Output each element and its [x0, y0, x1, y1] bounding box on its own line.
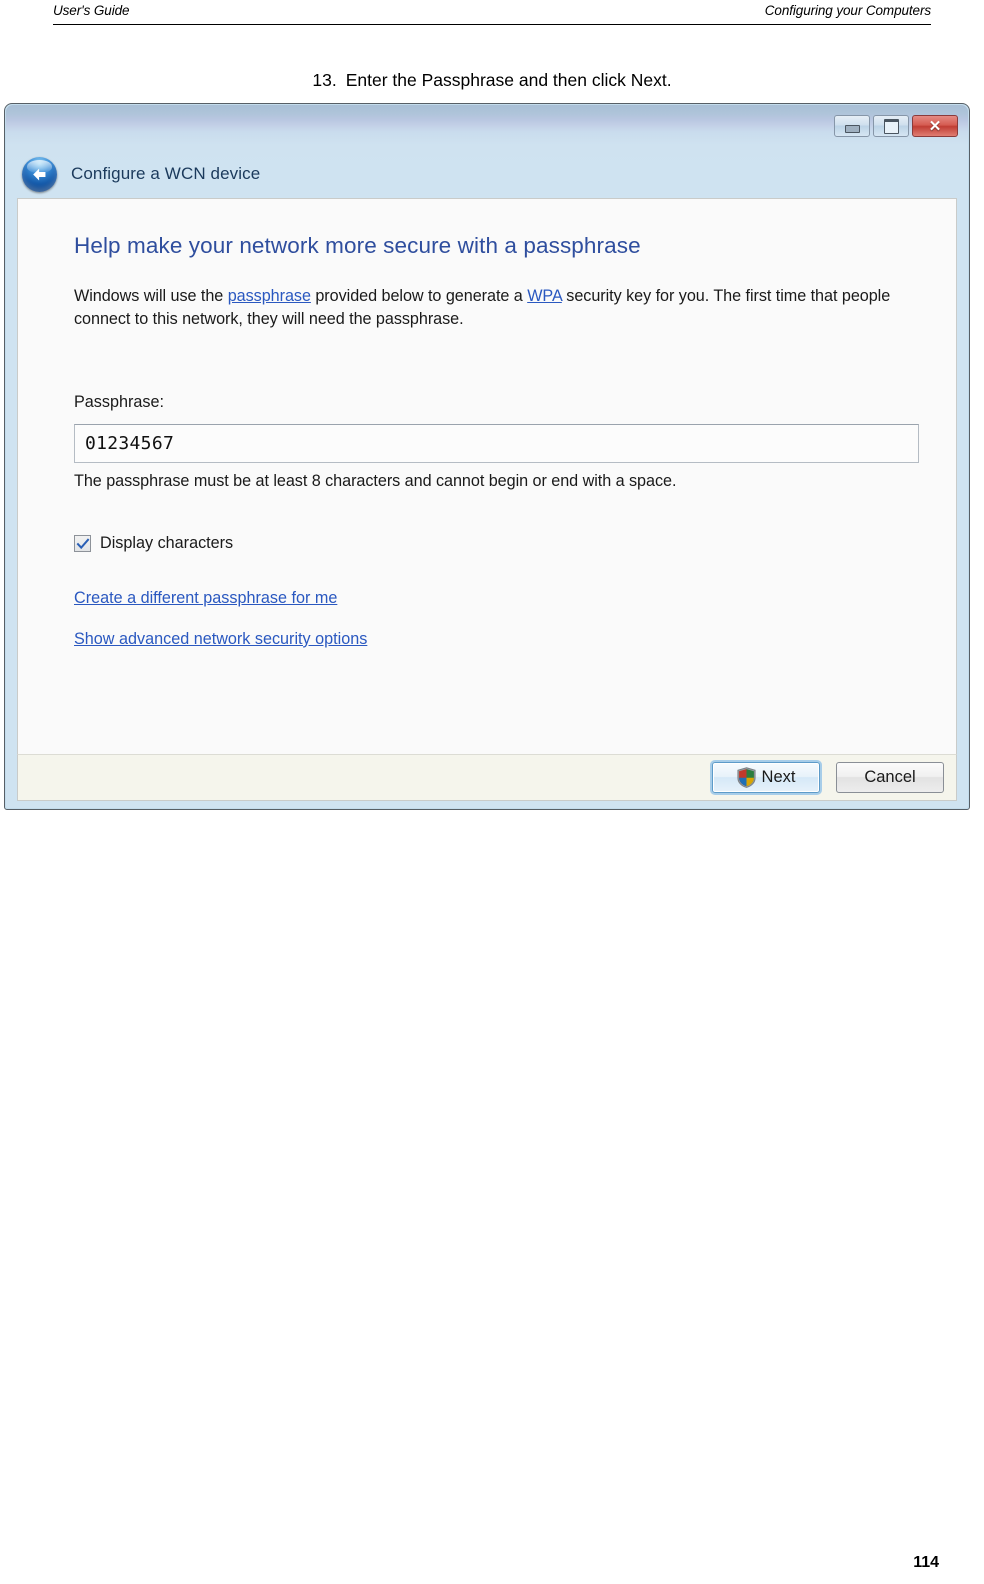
maximize-icon: [883, 118, 899, 134]
dialog-chrome: ✕ Configure a WCN device Help make your …: [6, 105, 968, 808]
step-instruction: 13. Enter the Passphrase and then click N…: [0, 70, 984, 91]
close-icon: ✕: [928, 117, 942, 135]
create-passphrase-link-row: Create a different passphrase for me: [74, 589, 956, 608]
dialog-titlebar: Configure a WCN device: [6, 151, 968, 197]
passphrase-link[interactable]: passphrase: [228, 287, 311, 305]
display-characters-row[interactable]: Display characters: [74, 534, 956, 553]
advanced-options-link-row: Show advanced network security options: [74, 630, 956, 649]
checkmark-icon: [76, 538, 90, 550]
passphrase-input[interactable]: [74, 424, 919, 463]
dialog-content-panel: Help make your network more secure with …: [17, 198, 957, 754]
page-title: Help make your network more secure with …: [74, 233, 641, 258]
step-text: Enter the Passphrase and then click Next…: [345, 70, 672, 90]
create-different-passphrase-link[interactable]: Create a different passphrase for me: [74, 589, 337, 607]
window-controls: ✕: [834, 115, 958, 137]
intro-paragraph: Windows will use the passphrase provided…: [74, 285, 904, 331]
back-arrow-icon: [33, 168, 46, 180]
intro-part1: Windows will use the: [74, 287, 228, 305]
display-characters-checkbox[interactable]: [74, 535, 91, 552]
minimize-icon: [844, 125, 860, 133]
next-button-label: Next: [761, 768, 796, 786]
page-header: User's Guide Configuring your Computers: [53, 0, 931, 25]
next-button[interactable]: Next: [712, 762, 820, 793]
uac-shield-icon: [736, 767, 756, 788]
header-right-text: Configuring your Computers: [764, 3, 931, 18]
intro-part2: provided below to generate a: [310, 287, 528, 305]
display-characters-label: Display characters: [100, 534, 234, 552]
close-button[interactable]: ✕: [912, 115, 958, 137]
show-advanced-security-options-link[interactable]: Show advanced network security options: [74, 630, 367, 648]
cancel-button[interactable]: Cancel: [836, 762, 944, 793]
dialog-command-bar: Next Cancel: [17, 754, 957, 801]
cancel-button-label: Cancel: [864, 768, 916, 786]
back-button[interactable]: [22, 156, 57, 192]
dialog-title: Configure a WCN device: [71, 164, 261, 183]
step-number: 13.: [312, 70, 337, 90]
wpa-link[interactable]: WPA: [527, 287, 562, 305]
header-left-text: User's Guide: [53, 3, 130, 18]
wcn-configure-dialog: ✕ Configure a WCN device Help make your …: [4, 103, 970, 810]
maximize-button[interactable]: [873, 115, 909, 137]
minimize-button[interactable]: [834, 115, 870, 137]
passphrase-hint: The passphrase must be at least 8 charac…: [74, 472, 677, 490]
page-number: 114: [913, 1554, 939, 1571]
passphrase-label: Passphrase:: [74, 393, 164, 411]
